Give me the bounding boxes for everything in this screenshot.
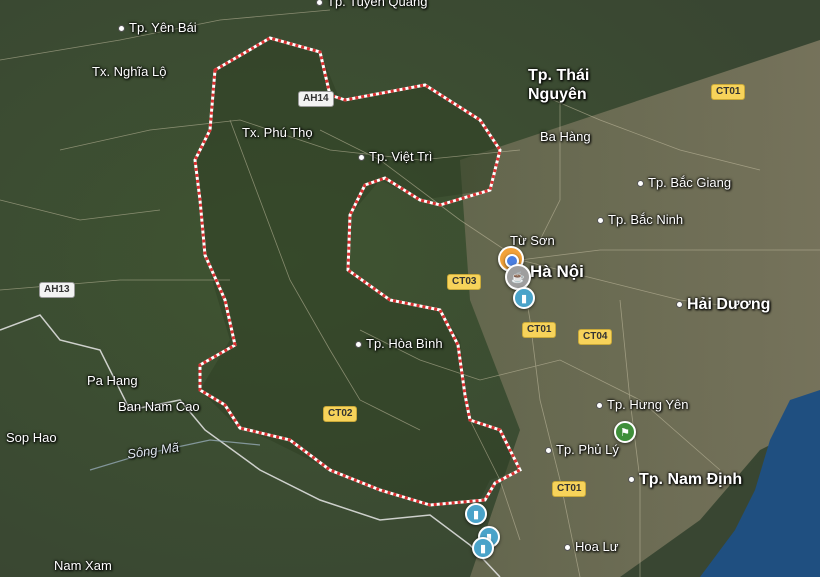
- road-shield-ct03: CT03: [447, 274, 482, 290]
- label-pa-hang[interactable]: Pa Hang: [87, 373, 138, 388]
- city-dot-icon: [676, 301, 683, 309]
- coffee-icon[interactable]: ☕: [505, 264, 531, 290]
- bookmark-icon[interactable]: ▮: [465, 503, 487, 525]
- label-tuyen-quang[interactable]: Tp. Tuyên Quang: [316, 0, 427, 9]
- road-shield-ct01: CT01: [522, 322, 557, 338]
- label-bac-ninh[interactable]: Tp. Bắc Ninh: [597, 212, 683, 227]
- label-hoa-binh[interactable]: Tp. Hòa Bình: [355, 336, 443, 351]
- label-ba-hang[interactable]: Ba Hàng: [540, 129, 591, 144]
- label-nghia-lo[interactable]: Tx. Nghĩa Lộ: [92, 64, 166, 79]
- label-nam-dinh[interactable]: Tp. Nam Định: [628, 472, 742, 488]
- label-nam-xam[interactable]: Nam Xam: [54, 558, 112, 573]
- city-dot-icon: [316, 0, 323, 7]
- label-phu-ly[interactable]: Tp. Phủ Lý: [545, 442, 619, 457]
- label-ha-noi[interactable]: Hà Nội: [530, 263, 584, 280]
- label-phu-tho[interactable]: Tx. Phú Thọ: [242, 125, 313, 140]
- city-dot-icon: [355, 341, 362, 349]
- city-dot-icon: [637, 180, 644, 188]
- label-sop-hao[interactable]: Sop Hao: [6, 430, 57, 445]
- bookmark-icon[interactable]: ▮: [513, 287, 535, 309]
- terrain-layer: [0, 0, 820, 577]
- city-dot-icon: [564, 544, 571, 552]
- city-dot-icon: [597, 217, 604, 225]
- flag-icon[interactable]: ⚑: [614, 421, 636, 443]
- city-dot-icon: [628, 476, 635, 484]
- map-view[interactable]: Tp. Yên Bái Tp. Tuyên Quang Tx. Nghĩa Lộ…: [0, 0, 820, 577]
- road-shield-ct02: CT02: [323, 406, 358, 422]
- label-tu-son[interactable]: Từ Sơn: [510, 233, 555, 248]
- label-hai-duong[interactable]: Hải Dương: [676, 297, 770, 313]
- label-hoa-lu[interactable]: Hoa Lư: [564, 539, 618, 554]
- road-shield-ct01: CT01: [552, 481, 587, 497]
- label-viet-tri[interactable]: Tp. Việt Trì: [358, 149, 432, 164]
- city-dot-icon: [545, 447, 552, 455]
- road-shield-ct01: CT01: [711, 84, 746, 100]
- bookmark-icon[interactable]: ▮: [472, 537, 494, 559]
- label-yen-bai[interactable]: Tp. Yên Bái: [118, 20, 197, 35]
- road-shield-ct04: CT04: [578, 329, 613, 345]
- city-dot-icon: [596, 402, 603, 410]
- label-thai-nguyen[interactable]: Tp. Thái Nguyên: [528, 66, 598, 104]
- label-hung-yen[interactable]: Tp. Hưng Yên: [596, 397, 688, 412]
- road-shield-ah13: AH13: [39, 282, 75, 298]
- label-bac-giang[interactable]: Tp. Bắc Giang: [637, 175, 731, 190]
- road-shield-ah14: AH14: [298, 91, 334, 107]
- label-ban-nam-cao[interactable]: Ban Nam Cao: [118, 399, 200, 414]
- city-dot-icon: [118, 25, 125, 33]
- city-dot-icon: [358, 154, 365, 162]
